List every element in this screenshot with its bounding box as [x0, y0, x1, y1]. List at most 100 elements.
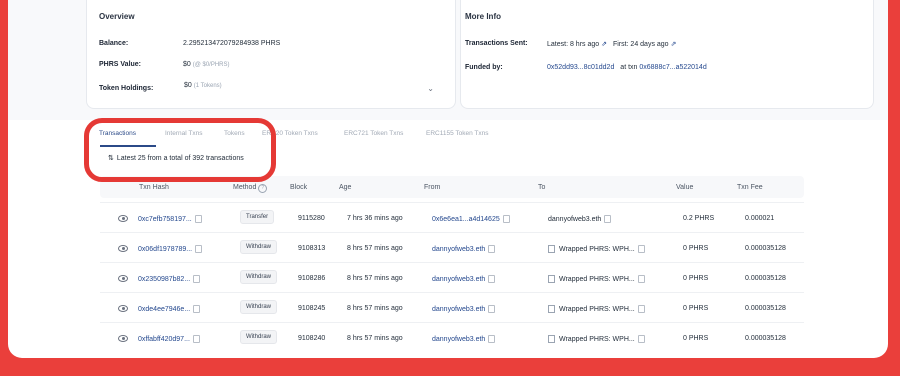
txn-hash-text[interactable]: 0xc7efb758197...	[138, 216, 192, 223]
funded-address-link[interactable]: 0x52dd93...8c01dd2d	[547, 64, 614, 71]
chevron-down-icon: ⌄	[427, 84, 434, 93]
header-to: To	[538, 184, 546, 191]
overview-title: Overview	[99, 12, 135, 21]
from-text[interactable]: dannyofweb3.eth	[432, 306, 485, 313]
age-text: 7 hrs 36 mins ago	[347, 215, 403, 222]
from-text[interactable]: dannyofweb3.eth	[432, 336, 485, 343]
from-text[interactable]: dannyofweb3.eth	[432, 246, 485, 253]
txn-hash-link[interactable]: 0x06df1978789...	[138, 245, 203, 253]
txn-hash-text[interactable]: 0x2350987b82...	[138, 276, 190, 283]
copy-icon[interactable]	[488, 275, 496, 283]
to-text[interactable]: dannyofweb3.eth	[548, 216, 601, 223]
contract-icon	[548, 335, 555, 343]
header-txn-fee: Txn Fee	[737, 184, 763, 191]
txn-fee-text: 0.000035128	[745, 245, 786, 252]
value-text: 0 PHRS	[683, 305, 709, 312]
copy-icon[interactable]	[637, 335, 645, 343]
table-row: 0x06df1978789... Withdraw 9108313 8 hrs …	[100, 232, 804, 263]
copy-icon[interactable]	[488, 305, 496, 313]
method-badge: Withdraw	[240, 240, 278, 254]
token-holdings-count: (1 Tokens)	[193, 83, 222, 89]
to-text[interactable]: Wrapped PHRS: WPH...	[559, 306, 635, 313]
txn-hash-link[interactable]: 0x2350987b82...	[138, 275, 201, 283]
copy-icon[interactable]	[488, 335, 496, 343]
method-badge: Withdraw	[240, 300, 278, 314]
age-text: 8 hrs 57 mins ago	[347, 305, 403, 312]
transactions-sent-values: Latest: 8 hrs ago ⇗ First: 24 days ago ⇗	[547, 40, 676, 48]
eye-icon[interactable]	[118, 305, 128, 312]
transactions-sent-label: Transactions Sent:	[465, 40, 528, 47]
copy-icon[interactable]	[604, 215, 612, 223]
txn-hash-text[interactable]: 0xde4ee7946e...	[138, 306, 190, 313]
block-number[interactable]: 9115280	[298, 215, 325, 222]
value-text: 0 PHRS	[683, 245, 709, 252]
block-number[interactable]: 9108313	[298, 245, 325, 252]
to-text[interactable]: Wrapped PHRS: WPH...	[559, 276, 635, 283]
from-address[interactable]: dannyofweb3.eth	[432, 275, 496, 283]
txn-hash-text[interactable]: 0x06df1978789...	[138, 246, 192, 253]
from-address[interactable]: dannyofweb3.eth	[432, 245, 496, 253]
header-txn-hash: Txn Hash	[139, 184, 169, 191]
table-row: 0xde4ee7946e... Withdraw 9108245 8 hrs 5…	[100, 292, 804, 323]
from-text[interactable]: dannyofweb3.eth	[432, 276, 485, 283]
copy-icon[interactable]	[193, 275, 201, 283]
copy-icon[interactable]	[502, 215, 510, 223]
to-text[interactable]: Wrapped PHRS: WPH...	[559, 336, 635, 343]
to-address[interactable]: Wrapped PHRS: WPH...	[548, 275, 645, 283]
txn-fee-text: 0.000035128	[745, 305, 786, 312]
tab-erc1155-token-txns[interactable]: ERC1155 Token Txns	[426, 130, 489, 137]
first-link-icon[interactable]: ⇗	[671, 41, 677, 48]
from-address[interactable]: 0x6e6ea1...a4d14625	[432, 215, 510, 223]
balance-value: 2.295213472079284938 PHRS	[183, 40, 281, 47]
txn-hash-link[interactable]: 0xffabff420d97...	[138, 335, 200, 343]
value-text: 0.2 PHRS	[683, 215, 715, 222]
from-address[interactable]: dannyofweb3.eth	[432, 305, 496, 313]
eye-icon[interactable]	[118, 275, 128, 282]
at-txn-text: at txn	[620, 64, 638, 71]
tab-erc721-token-txns[interactable]: ERC721 Token Txns	[344, 130, 403, 137]
to-text[interactable]: Wrapped PHRS: WPH...	[559, 246, 635, 253]
copy-icon[interactable]	[488, 245, 496, 253]
token-holdings-dropdown[interactable]: $0 (1 Tokens) ⌄	[184, 82, 440, 96]
block-number[interactable]: 9108240	[298, 335, 325, 342]
txn-hash-text[interactable]: 0xffabff420d97...	[138, 336, 190, 343]
info-icon[interactable]: ?	[258, 184, 268, 193]
phrs-value-amount: $0	[183, 61, 191, 68]
value-text: 0 PHRS	[683, 275, 709, 282]
txn-hash-link[interactable]: 0xde4ee7946e...	[138, 305, 201, 313]
to-address[interactable]: Wrapped PHRS: WPH...	[548, 245, 645, 253]
table-row: 0xffabff420d97... Withdraw 9108240 8 hrs…	[100, 322, 804, 353]
block-number[interactable]: 9108245	[298, 305, 325, 312]
funded-txn-link[interactable]: 0x6888c7...a522014d	[639, 64, 706, 71]
age-text: 8 hrs 57 mins ago	[347, 275, 403, 282]
balance-label: Balance:	[99, 40, 129, 47]
more-info-panel: More Info Transactions Sent: Latest: 8 h…	[460, 0, 874, 109]
block-number[interactable]: 9108286	[298, 275, 325, 282]
eye-icon[interactable]	[118, 245, 128, 252]
header-method-label: Method	[233, 184, 257, 191]
txn-fee-text: 0.000021	[745, 215, 775, 222]
copy-icon[interactable]	[195, 245, 203, 253]
table-row: 0x2350987b82... Withdraw 9108286 8 hrs 5…	[100, 262, 804, 293]
copy-icon[interactable]	[637, 245, 645, 253]
copy-icon[interactable]	[192, 335, 200, 343]
from-address[interactable]: dannyofweb3.eth	[432, 335, 496, 343]
txn-fee-text: 0.000035128	[745, 275, 786, 282]
copy-icon[interactable]	[193, 305, 201, 313]
txn-fee-text: 0.000035128	[745, 335, 786, 342]
to-address[interactable]: dannyofweb3.eth	[548, 215, 612, 223]
eye-icon[interactable]	[118, 335, 128, 342]
copy-icon[interactable]	[637, 275, 645, 283]
first-sent: First: 24 days ago	[612, 41, 669, 48]
to-address[interactable]: Wrapped PHRS: WPH...	[548, 305, 645, 313]
copy-icon[interactable]	[194, 215, 202, 223]
latest-sent: Latest: 8 hrs ago	[547, 41, 600, 48]
age-text: 8 hrs 57 mins ago	[347, 335, 403, 342]
to-address[interactable]: Wrapped PHRS: WPH...	[548, 335, 645, 343]
txn-hash-link[interactable]: 0xc7efb758197...	[138, 215, 202, 223]
funded-by-label: Funded by:	[465, 64, 503, 71]
from-text[interactable]: 0x6e6ea1...a4d14625	[432, 216, 500, 223]
latest-link-icon[interactable]: ⇗	[601, 41, 607, 48]
eye-icon[interactable]	[118, 215, 128, 222]
copy-icon[interactable]	[637, 305, 645, 313]
